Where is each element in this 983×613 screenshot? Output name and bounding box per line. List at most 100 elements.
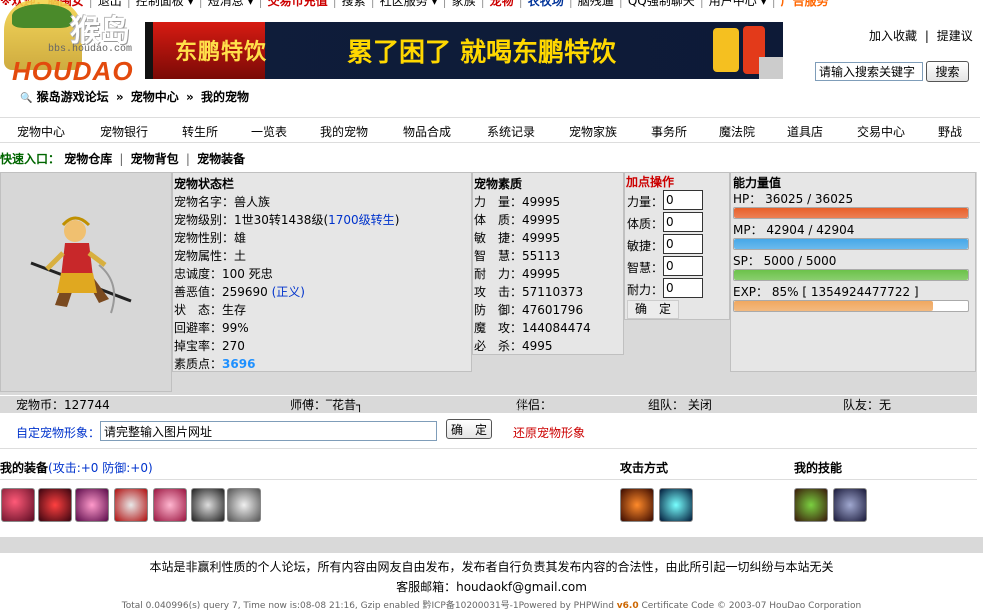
quick-sep: |	[119, 152, 124, 166]
pet-karma-text: 善恶值：259690	[174, 285, 272, 299]
pet-status-panel: 宠物状态栏 宠物名字：兽人族 宠物级别：1世30转1438级(1700级转生) …	[172, 172, 472, 372]
quality-title: 宠物素质	[474, 177, 523, 191]
breadcrumb-my-pet[interactable]: 我的宠物	[201, 90, 249, 104]
menu-item[interactable]: 一览表	[251, 123, 287, 140]
add-point-input[interactable]	[663, 190, 703, 210]
breadcrumb-pet-center[interactable]: 宠物中心	[131, 90, 179, 104]
footer-version: v6.0	[616, 601, 639, 611]
menu-item[interactable]: 转生所	[182, 123, 218, 140]
top-nav-sep: |	[442, 0, 447, 8]
site-logo[interactable]: 猴岛 bbs.houdao.com HOUDAO	[4, 0, 154, 86]
equipment-slot-2-icon[interactable]	[38, 488, 72, 522]
pet-info-bar: 宠物币：127744 师傅：‾花昔┐ 伴侣：无 组队： 关闭 队友：无	[0, 396, 977, 413]
mp-bar	[733, 238, 969, 250]
menu-item[interactable]: 事务所	[651, 123, 687, 140]
custom-image-url-input[interactable]	[100, 421, 437, 441]
quality-row: 耐 力：49995	[474, 267, 561, 281]
quick-link-equipment[interactable]: 宠物装备	[197, 152, 245, 166]
add-point-label: 敏捷：	[627, 239, 664, 253]
pet-attribute: 宠物属性：土	[174, 249, 247, 263]
top-nav-item[interactable]: 农牧场	[528, 0, 564, 8]
divider	[0, 479, 977, 480]
attack-method-2-icon[interactable]	[659, 488, 693, 522]
hp-label: HP： 36025 / 36025	[733, 192, 854, 206]
pet-name: 宠物名字：兽人族	[174, 195, 271, 209]
menu-item[interactable]: 魔法院	[719, 123, 755, 140]
pet-level-suffix: )	[394, 213, 400, 227]
pet-quality-panel: 宠物素质 力 量：49995 体 质：49995 敏 捷：49995 智 慧：5511…	[472, 172, 624, 355]
quick-sep: |	[185, 152, 190, 166]
search-input[interactable]	[815, 62, 923, 81]
attack-method-1-icon[interactable]	[620, 488, 654, 522]
skill-2-icon[interactable]	[833, 488, 867, 522]
breadcrumb-sep: »	[186, 90, 194, 104]
menu-item[interactable]: 我的宠物	[320, 123, 368, 140]
breadcrumb-site[interactable]: 猴岛游戏论坛	[37, 90, 109, 104]
quick-link-warehouse[interactable]: 宠物仓库	[64, 152, 112, 166]
top-nav-sep: |	[480, 0, 485, 8]
quick-link-backpack[interactable]: 宠物背包	[131, 152, 179, 166]
top-nav-item[interactable]: 脑残遛	[578, 0, 614, 8]
pet-quality-points: 素质点：3696	[174, 355, 471, 373]
search-button[interactable]: 搜索	[926, 61, 969, 82]
menu-item[interactable]: 宠物银行	[100, 123, 148, 140]
top-nav-item[interactable]: 宠物	[490, 0, 514, 8]
attack-method-heading: 攻击方式	[620, 461, 669, 475]
menu-item[interactable]: 道具店	[787, 123, 823, 140]
top-nav-item[interactable]: 用户中心 ▾	[709, 0, 767, 8]
menu-item[interactable]: 交易中心	[857, 123, 905, 140]
quality-row: 体 质：49995	[474, 213, 561, 227]
karma-link[interactable]: (正义)	[272, 285, 305, 299]
sp-bar-fill	[734, 270, 968, 280]
restore-image-link[interactable]: 还原宠物形象	[513, 424, 585, 441]
equipment-slot-4-icon[interactable]	[114, 488, 148, 522]
header-sep: |	[924, 29, 929, 43]
add-points-title: 加点操作	[626, 175, 675, 189]
top-nav-item[interactable]: 家族	[452, 0, 476, 8]
rebirth-link[interactable]: 1700级转生	[328, 213, 395, 227]
add-point-input[interactable]	[663, 212, 703, 232]
equipment-slot-7-icon[interactable]	[227, 488, 261, 522]
top-nav-item[interactable]: 短消息 ▾	[208, 0, 254, 8]
ability-panel: 能力量值 HP： 36025 / 36025 MP： 42904 / 42904…	[730, 172, 976, 372]
menu-item[interactable]: 宠物家族	[569, 123, 617, 140]
exp-bar	[733, 300, 969, 312]
skill-1-icon[interactable]	[794, 488, 828, 522]
top-nav-item[interactable]: 广告服务	[781, 0, 829, 8]
custom-image-label: 自定宠物形象：	[16, 426, 101, 440]
equipment-slot-1-icon[interactable]	[1, 488, 35, 522]
bottle-image	[713, 28, 739, 72]
sp-bar	[733, 269, 969, 281]
suggest-link[interactable]: 提建议	[937, 29, 973, 43]
menu-item[interactable]: 宠物中心	[17, 123, 65, 140]
menu-item[interactable]: 物品合成	[403, 123, 451, 140]
equipment-slot-6-icon[interactable]	[191, 488, 225, 522]
add-point-input[interactable]	[663, 278, 703, 298]
top-nav-item[interactable]: 交易币充值	[268, 0, 328, 8]
quick-entry: 快速入口： 宠物仓库 | 宠物背包 | 宠物装备	[0, 150, 245, 167]
top-nav-item[interactable]: QQ强制聊天	[628, 0, 695, 8]
add-point-input[interactable]	[663, 234, 703, 254]
logo-brand: HOUDAO	[12, 56, 134, 86]
exp-bar-fill	[734, 301, 933, 311]
add-points-confirm-button[interactable]: 确 定	[627, 300, 679, 319]
quality-row: 攻 击：57110373	[474, 285, 584, 299]
menu-item[interactable]: 野战	[938, 123, 962, 140]
top-nav-item[interactable]: 搜索	[342, 0, 366, 8]
top-nav-item[interactable]: 社区服务 ▾	[380, 0, 438, 8]
hp-bar-fill	[734, 208, 968, 218]
footer-email: 客服邮箱：houdaokf@gmail.com	[396, 580, 587, 594]
menu-item[interactable]: 系统记录	[487, 123, 535, 140]
quality-row: 魔 攻：144084474	[474, 321, 591, 335]
top-nav-sep: |	[568, 0, 573, 8]
add-point-label: 耐力：	[627, 283, 664, 297]
equipment-stats: (攻击:+0 防御:+0)	[48, 461, 153, 475]
equipment-slot-5-icon[interactable]	[153, 488, 187, 522]
equipment-slot-3-icon[interactable]	[75, 488, 109, 522]
add-point-input[interactable]	[663, 256, 703, 276]
banner-ad[interactable]: 东鹏特饮 累了困了 就喝东鹏特饮	[145, 22, 783, 79]
quality-row: 敏 捷：49995	[474, 231, 561, 245]
custom-image-confirm-button[interactable]: 确 定	[446, 419, 492, 439]
pet-party: 队友：无	[843, 398, 892, 412]
bookmark-link[interactable]: 加入收藏	[869, 29, 917, 43]
